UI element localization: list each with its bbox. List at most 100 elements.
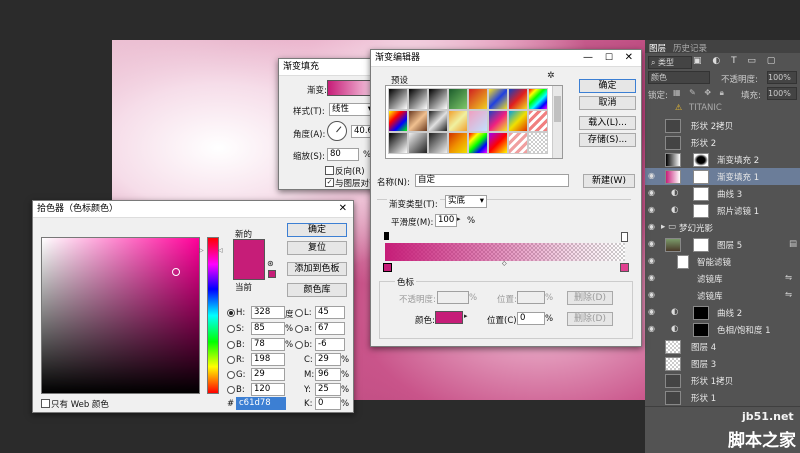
smoothness-input[interactable]: 100 (435, 214, 457, 227)
lab-b-radio[interactable] (295, 341, 303, 349)
l-radio[interactable] (295, 309, 303, 317)
filter-options-icon[interactable]: ⇋ (785, 290, 792, 300)
scale-input[interactable]: 80 (327, 148, 359, 161)
preset-swatch[interactable] (388, 110, 408, 132)
layer-row[interactable]: ◉ 滤镜库 ⇋ (645, 287, 800, 305)
preset-swatch[interactable] (428, 132, 448, 154)
eye-icon[interactable]: ◉ (648, 274, 657, 282)
opacity-stop-right[interactable] (621, 232, 628, 242)
preset-swatch[interactable] (408, 110, 428, 132)
eye-icon[interactable]: ◉ (648, 172, 657, 180)
opacity-input[interactable]: 100% (767, 71, 797, 84)
save-button[interactable]: 存储(S)... (579, 133, 636, 147)
preset-swatch[interactable] (408, 132, 428, 154)
a-radio[interactable] (295, 325, 303, 333)
preset-swatch[interactable] (388, 88, 408, 110)
layer-row[interactable]: 图层 3 (645, 355, 800, 373)
opacity-stop-left[interactable] (384, 232, 389, 240)
kind-filter[interactable]: ⌕ 类型 (648, 56, 692, 69)
eye-icon[interactable]: ◉ (648, 291, 657, 299)
h-input[interactable]: 328 (251, 306, 285, 319)
close-icon[interactable]: ✕ (339, 201, 347, 217)
gamut-swatch[interactable] (268, 270, 276, 278)
scrollbar-thumb[interactable] (554, 96, 561, 122)
g-radio[interactable] (227, 371, 235, 379)
preset-swatch[interactable] (488, 132, 508, 154)
close-icon[interactable]: ✕ (625, 50, 633, 66)
type-select[interactable]: 实底 ▾ (445, 195, 487, 208)
minimize-icon[interactable]: — (583, 50, 593, 66)
eye-icon[interactable]: ◉ (648, 206, 657, 214)
only-web-colors-checkbox[interactable] (41, 399, 50, 408)
hue-slider-right-arrow[interactable]: ◁ (218, 247, 223, 254)
style-select[interactable]: 线性▾ (329, 103, 375, 116)
layer-row[interactable]: 图层 4 (645, 338, 800, 356)
preset-swatch[interactable] (408, 88, 428, 110)
align-checkbox[interactable]: ✓ (325, 178, 334, 187)
layer-row[interactable]: ◉ ◐ 照片滤镜 1 (645, 202, 800, 220)
chevron-right-icon[interactable]: ▸ (464, 312, 468, 320)
r-input[interactable]: 198 (251, 353, 285, 366)
eye-icon[interactable]: ◉ (648, 308, 657, 316)
r-radio[interactable] (227, 356, 235, 364)
chevron-right-icon[interactable]: ▸ (457, 215, 461, 223)
maximize-icon[interactable]: ☐ (605, 50, 613, 66)
name-input[interactable]: 自定 (415, 174, 569, 187)
gamut-warning-icon[interactable]: ⊛ (267, 259, 274, 268)
preset-swatch[interactable] (528, 110, 548, 132)
layer-row[interactable]: ◉ ◐ 色相/饱和度 1 (645, 321, 800, 339)
reverse-checkbox[interactable] (325, 166, 334, 175)
preset-swatch[interactable] (508, 132, 528, 154)
k-input[interactable]: 0 (315, 397, 341, 410)
filter-options-icon[interactable]: ⇋ (785, 273, 792, 283)
presets-scrollbar[interactable] (552, 86, 562, 158)
preset-swatch[interactable] (528, 88, 548, 110)
add-to-swatches-button[interactable]: 添加到色板 (287, 262, 347, 276)
presets-grid[interactable] (385, 85, 563, 159)
preset-swatch[interactable] (388, 132, 408, 154)
preset-swatch[interactable] (528, 132, 548, 154)
layer-row-selected[interactable]: ◉ 渐变填充 1 (645, 168, 800, 186)
midpoint-diamond-icon[interactable]: ◇ (502, 260, 507, 267)
layer-row[interactable]: ◉ 智能滤镜 (645, 253, 800, 271)
preset-swatch[interactable] (508, 110, 528, 132)
stop-color-swatch[interactable] (435, 311, 463, 324)
color-location-input[interactable]: 0 (517, 312, 545, 325)
color-field[interactable] (41, 237, 200, 394)
c-input[interactable]: 29 (315, 353, 341, 366)
bv-input[interactable]: 78 (251, 338, 285, 351)
preset-swatch[interactable] (448, 88, 468, 110)
eye-icon[interactable]: ◉ (648, 257, 657, 265)
preset-swatch[interactable] (428, 110, 448, 132)
layer-row[interactable]: 形状 2拷贝 (645, 117, 800, 135)
hex-input[interactable]: c61d78 (236, 397, 286, 410)
layer-row[interactable]: ◉ ◐ 曲线 2 (645, 304, 800, 322)
color-ok-button[interactable]: 确定 (287, 223, 347, 237)
preset-swatch[interactable] (468, 132, 488, 154)
color-stop-left[interactable] (383, 263, 392, 272)
preset-swatch[interactable] (448, 110, 468, 132)
layer-row[interactable]: 形状 2 (645, 134, 800, 152)
color-libraries-button[interactable]: 颜色库 (287, 283, 347, 297)
angle-dial[interactable] (327, 121, 347, 141)
s-input[interactable]: 85 (251, 322, 285, 335)
color-field-cursor[interactable] (172, 268, 180, 276)
tab-history[interactable]: 历史记录 (673, 42, 707, 54)
preset-swatch[interactable] (428, 88, 448, 110)
filter-icons[interactable]: ▣ ◐ T ▭ ▢ (693, 56, 793, 68)
layer-row[interactable]: ◉ 滤镜库 ⇋ (645, 270, 800, 288)
color-stop-right[interactable] (620, 263, 629, 272)
bv-radio[interactable] (227, 341, 235, 349)
layer-row[interactable]: ◉ ◐ 曲线 3 (645, 185, 800, 203)
gradient-swatch[interactable] (327, 80, 375, 96)
preset-swatch[interactable] (508, 88, 528, 110)
new-gradient-button[interactable]: 新建(W) (583, 174, 635, 188)
preset-swatch[interactable] (468, 88, 488, 110)
eye-icon[interactable]: ◉ (648, 189, 657, 197)
s-radio[interactable] (227, 325, 235, 333)
tab-layers[interactable]: 图层 (649, 42, 666, 54)
m-input[interactable]: 96 (315, 368, 341, 381)
current-color-swatch[interactable] (233, 259, 265, 280)
b-input[interactable]: 120 (251, 383, 285, 396)
gradient-cancel-button[interactable]: 取消 (579, 96, 636, 110)
